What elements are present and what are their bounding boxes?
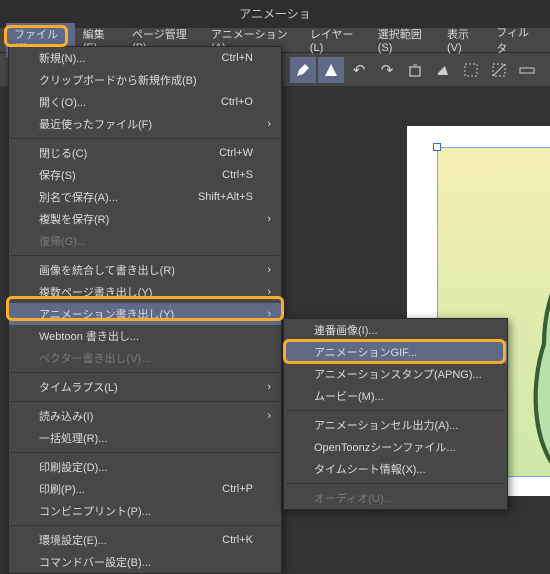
tool-pen-icon[interactable]	[290, 57, 316, 83]
chevron-right-icon: ›	[267, 286, 271, 298]
menu-view[interactable]: 表示(V)	[439, 23, 488, 57]
menu-layer[interactable]: レイヤー(L)	[302, 23, 370, 57]
menu-item-import[interactable]: 読み込み(I)›	[9, 405, 281, 427]
menu-item-multipage-export[interactable]: 複数ページ書き出し(Y)›	[9, 281, 281, 303]
chevron-right-icon: ›	[267, 381, 271, 393]
menu-item-save-as[interactable]: 別名で保存(A)...Shift+Alt+S	[9, 186, 281, 208]
tool-selectall-icon[interactable]	[458, 57, 484, 83]
submenu-item-movie[interactable]: ムービー(M)...	[284, 385, 507, 407]
separator	[11, 255, 279, 256]
menu-item-webtoon-export[interactable]: Webtoon 書き出し...	[9, 325, 281, 347]
menu-item-close[interactable]: 閉じる(C)Ctrl+W	[9, 142, 281, 164]
menu-item-animation-export[interactable]: アニメーション書き出し(Y)›	[9, 303, 281, 325]
menu-item-flatten-export[interactable]: 画像を統合して書き出し(R)›	[9, 259, 281, 281]
separator	[286, 410, 505, 411]
menu-item-open[interactable]: 開く(O)...Ctrl+O	[9, 91, 281, 113]
selection-handle[interactable]	[433, 143, 441, 151]
submenu-item-apng[interactable]: アニメーションスタンプ(APNG)...	[284, 363, 507, 385]
submenu-item-cel[interactable]: アニメーションセル出力(A)...	[284, 414, 507, 436]
menu-item-new[interactable]: 新規(N)...Ctrl+N	[9, 47, 281, 69]
submenu-item-timesheet[interactable]: タイムシート情報(X)...	[284, 458, 507, 480]
file-menu-dropdown: 新規(N)...Ctrl+N クリップボードから新規作成(B) 開く(O)...…	[8, 46, 282, 574]
separator	[11, 401, 279, 402]
tool-redo-icon[interactable]: ↷	[374, 57, 400, 83]
separator	[11, 138, 279, 139]
menu-item-print-settings[interactable]: 印刷設定(D)...	[9, 456, 281, 478]
menu-item-revert: 復帰(G)...	[9, 230, 281, 252]
animation-export-submenu: 連番画像(I)... アニメーションGIF... アニメーションスタンプ(APN…	[283, 318, 508, 510]
chevron-right-icon: ›	[267, 264, 271, 276]
chevron-right-icon: ›	[267, 410, 271, 422]
menu-item-save[interactable]: 保存(S)Ctrl+S	[9, 164, 281, 186]
tool-undo-icon[interactable]: ↶	[346, 57, 372, 83]
chevron-right-icon: ›	[267, 118, 271, 130]
menu-item-save-duplicate[interactable]: 複製を保存(R)›	[9, 208, 281, 230]
submenu-item-gif[interactable]: アニメーションGIF...	[284, 341, 507, 363]
separator	[11, 452, 279, 453]
separator	[286, 483, 505, 484]
tool-clear-icon[interactable]	[402, 57, 428, 83]
menu-item-convenience-print[interactable]: コンビニプリント(P)...	[9, 500, 281, 522]
chevron-right-icon: ›	[267, 308, 271, 320]
menu-item-print[interactable]: 印刷(P)...Ctrl+P	[9, 478, 281, 500]
tool-fill-icon[interactable]	[430, 57, 456, 83]
tool-ruler-icon[interactable]	[514, 57, 540, 83]
menu-item-vector-export: ベクター書き出し(V)...	[9, 347, 281, 369]
menu-selection[interactable]: 選択範囲(S)	[370, 23, 439, 57]
tool-deselect-icon[interactable]	[486, 57, 512, 83]
submenu-item-opentoonz[interactable]: OpenToonzシーンファイル...	[284, 436, 507, 458]
menu-item-command-bar[interactable]: コマンドバー設定(B)...	[9, 551, 281, 573]
menu-item-preferences[interactable]: 環境設定(E)...Ctrl+K	[9, 529, 281, 551]
menu-item-timelapse[interactable]: タイムラプス(L)›	[9, 376, 281, 398]
separator	[11, 372, 279, 373]
menu-filter[interactable]: フィルタ	[488, 21, 544, 59]
menu-item-batch[interactable]: 一括処理(R)...	[9, 427, 281, 449]
chevron-right-icon: ›	[267, 213, 271, 225]
separator	[11, 525, 279, 526]
submenu-item-audio: オーディオ(U)...	[284, 487, 507, 509]
tool-shape-icon[interactable]	[318, 57, 344, 83]
menu-item-recent[interactable]: 最近使ったファイル(F)›	[9, 113, 281, 135]
submenu-item-sequence[interactable]: 連番画像(I)...	[284, 319, 507, 341]
menu-item-new-from-clipboard[interactable]: クリップボードから新規作成(B)	[9, 69, 281, 91]
